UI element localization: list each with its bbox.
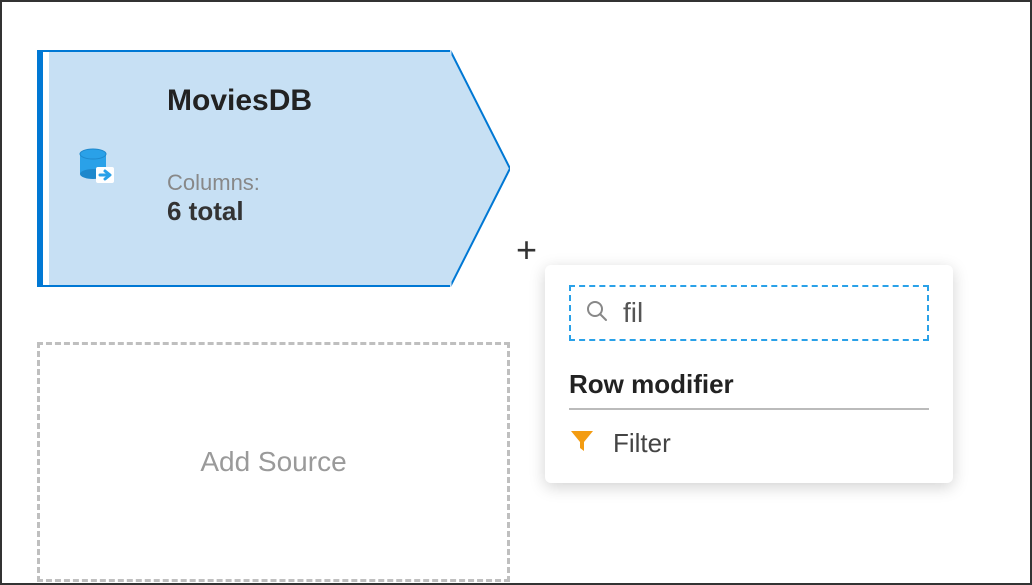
transformation-popup: Row modifier Filter [545,265,953,483]
source-columns-count: 6 total [167,196,450,227]
source-title: MoviesDB [167,84,450,118]
add-source-label: Add Source [200,446,346,478]
search-box[interactable] [569,285,929,341]
source-body: MoviesDB Columns: 6 total [145,50,510,287]
section-title-row-modifier: Row modifier [569,369,929,400]
source-node-moviesdb[interactable]: MoviesDB Columns: 6 total [37,50,510,287]
search-icon [585,299,609,328]
filter-icon [569,428,595,459]
source-arrow-tip [450,50,510,287]
database-export-icon [76,145,118,192]
source-icon-column [49,50,145,287]
source-columns-label: Columns: [167,170,450,196]
menu-item-filter-label: Filter [613,428,671,459]
add-source-placeholder[interactable]: Add Source [37,342,510,582]
search-input[interactable] [623,297,984,329]
menu-item-filter[interactable]: Filter [569,428,929,459]
add-transformation-button[interactable]: + [516,232,537,268]
section-divider [569,408,929,410]
